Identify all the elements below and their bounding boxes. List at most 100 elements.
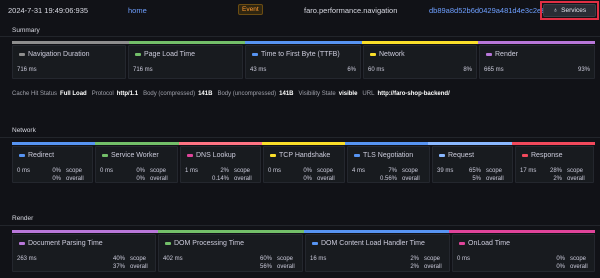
color-bar-segment [157, 230, 304, 233]
metric-value: 0 ms [268, 168, 282, 174]
color-bar-segment [178, 142, 262, 145]
prop-protocol: Protocol http/1.1 [91, 91, 139, 97]
render-divider [0, 225, 600, 226]
home-link[interactable]: home [128, 6, 147, 15]
network-cards: Redirect 0 ms 0% scope 0% overall Servic… [12, 146, 594, 183]
metric-card-service-worker: Service Worker 0 ms 0% scope 0% overall [95, 146, 178, 183]
metric-value: 263 ms [17, 256, 37, 262]
metric-name: DOM Processing Time [174, 240, 245, 247]
metric-percent: 8% [463, 67, 472, 73]
metric-value: 0 ms [457, 256, 471, 262]
legend-dot-icon [522, 154, 528, 157]
metric-value: 60 ms [368, 67, 385, 73]
legend-dot-icon [19, 53, 25, 56]
metric-name: Request [448, 152, 475, 159]
metric-card-network: Network 60 ms 8% [363, 45, 477, 79]
metric-name: Network [379, 51, 405, 58]
network-divider [0, 137, 600, 138]
metric-percent: 6% [347, 67, 356, 73]
metric-name: Render [495, 51, 518, 58]
legend-dot-icon [312, 242, 318, 245]
legend-dot-icon [135, 53, 141, 56]
metric-name: OnLoad Time [468, 240, 511, 247]
metric-value: 665 ms [484, 67, 504, 73]
color-bar-segment [95, 142, 179, 145]
color-bar-segment [245, 41, 362, 44]
metric-card-document-parsing-time: Document Parsing Time 263 ms 40% scope 3… [12, 234, 156, 272]
legend-dot-icon [19, 154, 25, 157]
metric-card-render: Render 665 ms 93% [479, 45, 595, 79]
metric-card-dom-processing-time: DOM Processing Time 402 ms 60% scope 56%… [158, 234, 303, 272]
color-bar-segment [361, 41, 479, 44]
legend-dot-icon [187, 154, 193, 157]
metric-card-tls-negotiation: TLS Negotiation 4 ms 7% scope 0.56% over… [347, 146, 430, 183]
metric-card-onload-time: OnLoad Time 0 ms 0% scope 0% overall [452, 234, 595, 272]
metric-card-dom-content-load-handler-time: DOM Content Load Handler Time 16 ms 2% s… [305, 234, 450, 272]
color-bar-segment [12, 142, 96, 145]
event-name: faro.performance.navigation [304, 6, 398, 15]
services-button-label: Services [561, 7, 587, 14]
network-color-bar [12, 142, 595, 145]
summary-cards: Navigation Duration 716 ms Page Load Tim… [12, 45, 595, 79]
metric-card-redirect: Redirect 0 ms 0% scope 0% overall [12, 146, 93, 183]
metric-value: 0 ms [100, 168, 114, 174]
color-bar-segment [478, 41, 595, 44]
summary-section-title: Summary [12, 27, 40, 34]
metric-name: Response [531, 152, 563, 159]
services-button[interactable]: ♁ Services [543, 4, 596, 17]
metric-card-response: Response 17 ms 28% scope 2% overall [515, 146, 594, 183]
metric-card-page-load-time: Page Load Time 716 ms [128, 45, 243, 79]
summary-properties: Cache Hit Status Full Load Protocol http/1… [12, 91, 450, 97]
legend-dot-icon [165, 242, 171, 245]
metric-value: 0 ms [17, 168, 31, 174]
metric-name: Time to First Byte (TTFB) [261, 51, 340, 58]
metric-card-tcp-handshake: TCP Handshake 0 ms 0% scope 0% overall [263, 146, 345, 183]
color-bar-segment [449, 230, 595, 233]
event-header-row[interactable]: 2024-7-31 19:49:06:935 home Event faro.p… [0, 0, 600, 20]
event-timestamp: 2024-7-31 19:49:06:935 [8, 6, 89, 15]
metric-card-navigation-duration: Navigation Duration 716 ms [12, 45, 126, 79]
network-section-title: Network [12, 127, 36, 134]
color-bar-segment [303, 230, 450, 233]
metric-name: Page Load Time [144, 51, 195, 58]
legend-dot-icon [252, 53, 258, 56]
prop-visibility-state: Visibility State visible [298, 91, 358, 97]
color-bar-segment [345, 142, 429, 145]
color-bar-segment [128, 41, 246, 44]
legend-dot-icon [270, 154, 276, 157]
legend-dot-icon [459, 242, 465, 245]
metric-value: 402 ms [163, 256, 183, 262]
prop-cache-hit-status: Cache Hit Status Full Load [12, 91, 87, 97]
event-badge: Event [238, 4, 263, 15]
metric-value: 716 ms [133, 67, 153, 73]
color-bar-segment [12, 230, 158, 233]
render-color-bar [12, 230, 595, 233]
metric-name: Navigation Duration [28, 51, 90, 58]
metric-card-dns-lookup: DNS Lookup 1 ms 2% scope 0.14% overall [180, 146, 261, 183]
services-button-highlight: ♁ Services [540, 1, 599, 20]
prop-body-uncompressed: Body (uncompressed) 141B [217, 91, 294, 97]
color-bar-segment [12, 41, 129, 44]
metric-percent: 93% [577, 67, 590, 73]
metric-name: DOM Content Load Handler Time [321, 240, 425, 247]
legend-dot-icon [439, 154, 445, 157]
summary-divider [0, 36, 600, 37]
metric-name: TCP Handshake [279, 152, 331, 159]
render-cards: Document Parsing Time 263 ms 40% scope 3… [12, 234, 595, 272]
metric-name: DNS Lookup [196, 152, 236, 159]
metric-value: 4 ms [352, 168, 366, 174]
metric-value: 716 ms [17, 67, 37, 73]
legend-dot-icon [370, 53, 376, 56]
metric-name: TLS Negotiation [363, 152, 414, 159]
color-bar-segment [511, 142, 595, 145]
metric-name: Redirect [28, 152, 55, 159]
summary-color-bar [12, 41, 595, 44]
prop-url: URL http://faro-shop-backend/ [362, 91, 450, 97]
legend-dot-icon [19, 242, 25, 245]
metric-card-request: Request 39 ms 65% scope 5% overall [432, 146, 513, 183]
metric-value: 16 ms [310, 256, 327, 262]
legend-dot-icon [102, 154, 108, 157]
metric-name: Document Parsing Time [28, 240, 103, 247]
metric-value: 1 ms [185, 168, 199, 174]
render-section-title: Render [12, 215, 34, 222]
